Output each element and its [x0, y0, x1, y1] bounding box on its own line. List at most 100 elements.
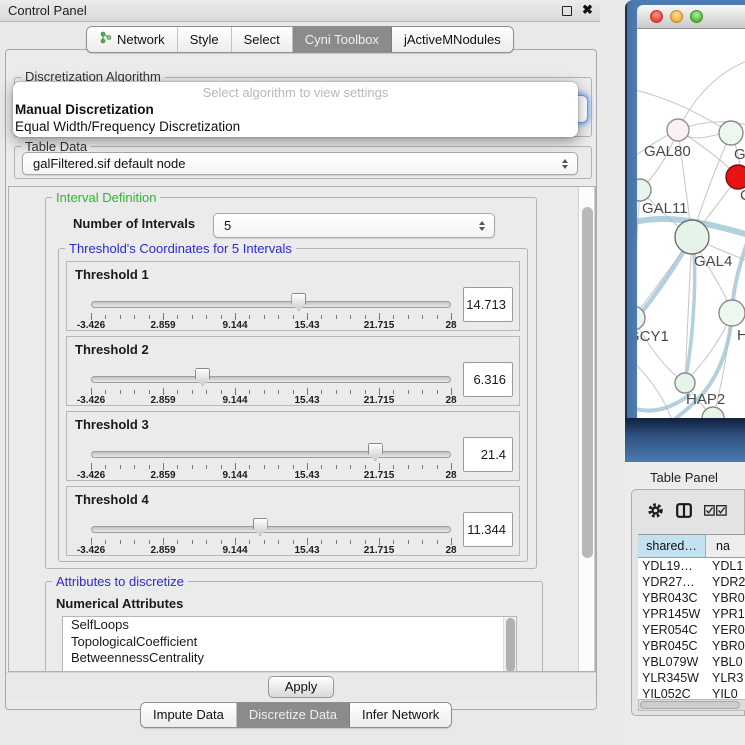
table-row[interactable]: YPR145WYPR1 — [638, 606, 745, 622]
table-cell-shared-name: YBR045C — [638, 638, 706, 654]
settings-scrollbar[interactable] — [578, 187, 595, 671]
network-node-label: GA — [734, 146, 745, 163]
threshold-label: Threshold 3 — [75, 417, 149, 432]
network-node[interactable] — [667, 119, 689, 141]
table-row[interactable]: YBL079WYBL0 — [638, 654, 745, 670]
tab-network[interactable]: Network — [87, 27, 178, 52]
number-of-intervals-label: Number of Intervals — [73, 216, 195, 231]
threshold-slider-track[interactable] — [91, 451, 451, 458]
network-node[interactable] — [675, 373, 695, 393]
network-node[interactable] — [726, 165, 745, 189]
bottom-tab-infer-network[interactable]: Infer Network — [350, 703, 451, 727]
bottom-tab-discretize-data[interactable]: Discretize Data — [237, 703, 350, 727]
threshold-slider-track[interactable] — [91, 376, 451, 383]
table-hscrollbar[interactable] — [638, 699, 745, 711]
slider-tick-label: 21.715 — [364, 395, 395, 406]
threshold-value-field[interactable]: 6.316 — [463, 362, 513, 397]
tab-cyni-toolbox[interactable]: Cyni Toolbox — [293, 27, 392, 52]
attribute-item-betweennesscentrality[interactable]: BetweennessCentrality — [63, 650, 516, 667]
table-cell-shared-name: YER054C — [638, 622, 706, 638]
table-row[interactable]: YIL052CYIL0 — [638, 686, 745, 699]
table-data-combo[interactable]: galFiltered.sif default node — [22, 152, 578, 175]
attributes-scrollbar[interactable] — [503, 617, 516, 671]
slider-tick-label: 15.43 — [294, 320, 319, 331]
table-row[interactable]: YBR045CYBR0 — [638, 638, 745, 654]
column-header-shared-name[interactable]: shared… — [638, 535, 706, 557]
threshold-slider-track[interactable] — [91, 526, 451, 533]
threshold-value-field[interactable]: 11.344 — [463, 512, 513, 547]
popup-item-manual-discretization[interactable]: Manual Discretization — [13, 101, 578, 118]
select-all-checkboxes-icon[interactable] — [704, 505, 727, 519]
number-of-intervals-combo[interactable]: 5 — [213, 213, 495, 238]
attributes-scrollbar-thumb[interactable] — [506, 618, 515, 672]
slider-tick — [177, 390, 178, 394]
slider-tick — [120, 390, 121, 394]
close-icon[interactable]: ✖ — [582, 2, 593, 18]
tab-select-label: Select — [244, 32, 280, 47]
tab-network-label: Network — [117, 32, 165, 47]
close-traffic-light-icon[interactable] — [650, 10, 663, 23]
threshold-value-field[interactable]: 21.4 — [463, 437, 513, 472]
zoom-traffic-light-icon[interactable] — [690, 10, 703, 23]
slider-tick — [249, 390, 250, 394]
table-cell-name: YBL0 — [706, 654, 745, 670]
network-node-label: HAP2 — [686, 391, 725, 408]
bottom-tabs: Impute DataDiscretize DataInfer Network — [140, 702, 452, 728]
table-row[interactable]: YBR043CYBR0 — [638, 590, 745, 606]
gear-icon[interactable] — [647, 502, 664, 522]
network-node[interactable] — [675, 220, 709, 254]
threshold-slider-handle[interactable] — [195, 368, 210, 386]
table-row[interactable]: YDL19…YDL1 — [638, 558, 745, 574]
tab-jactivemnodules[interactable]: jActiveMNodules — [392, 27, 513, 52]
slider-tick — [235, 388, 236, 395]
slider-tick — [91, 538, 92, 545]
table-row[interactable]: YER054CYER0 — [638, 622, 745, 638]
threshold-slider-track[interactable] — [91, 301, 451, 308]
slider-tick — [177, 540, 178, 544]
network-node[interactable] — [719, 300, 745, 326]
control-panel-title: Control Panel — [8, 3, 87, 18]
slider-tick — [365, 390, 366, 394]
bottom-tab-impute-data[interactable]: Impute Data — [141, 703, 237, 727]
slider-tick — [264, 390, 265, 394]
tab-style[interactable]: Style — [178, 27, 232, 52]
threshold-value-field[interactable]: 14.713 — [463, 287, 513, 322]
slider-tick — [192, 465, 193, 469]
table-panel: Table Panel shared… na YDL19…YDL1YDR27…Y… — [625, 462, 745, 745]
network-canvas[interactable]: GAL80GACGAL11GAL4GCY1HHAP2 — [637, 29, 745, 418]
slider-tick — [293, 315, 294, 319]
slider-tick — [379, 313, 380, 320]
columns-icon[interactable] — [676, 503, 692, 521]
float-window-icon[interactable] — [562, 6, 572, 16]
tab-select[interactable]: Select — [232, 27, 293, 52]
slider-tick — [206, 540, 207, 544]
attribute-item-topologicalcoefficient[interactable]: TopologicalCoefficient — [63, 634, 516, 651]
popup-item-equal-width-frequency-discretization[interactable]: Equal Width/Frequency Discretization — [13, 118, 578, 135]
slider-tick — [336, 465, 337, 469]
tab-cyni-toolbox-label: Cyni Toolbox — [305, 32, 379, 47]
threshold-slider-handle[interactable] — [253, 518, 268, 536]
column-header-name[interactable]: na — [706, 535, 745, 557]
slider-tick — [206, 315, 207, 319]
slider-tick — [177, 465, 178, 469]
attribute-item-selfloops[interactable]: SelfLoops — [63, 617, 516, 634]
table-hscrollbar-thumb[interactable] — [640, 701, 740, 709]
slider-tick-label: 9.144 — [222, 545, 247, 556]
slider-tick-label: 28 — [445, 395, 456, 406]
network-node[interactable] — [637, 179, 651, 201]
table-row[interactable]: YDR27…YDR2 — [638, 574, 745, 590]
apply-button[interactable]: Apply — [268, 676, 335, 698]
network-node[interactable] — [719, 121, 743, 145]
slider-tick — [437, 465, 438, 469]
table-toolbar — [632, 490, 744, 534]
network-node-label: C — [740, 187, 745, 204]
settings-scrollbar-thumb[interactable] — [582, 207, 593, 558]
table-row[interactable]: YLR345WYLR3 — [638, 670, 745, 686]
threshold-slider-handle[interactable] — [368, 443, 383, 461]
slider-tick — [163, 313, 164, 320]
network-node-label: H — [737, 327, 745, 344]
slider-tick-label: -3.426 — [77, 395, 105, 406]
table-cell-shared-name: YDR27… — [638, 574, 706, 590]
minimize-traffic-light-icon[interactable] — [670, 10, 683, 23]
threshold-slider-handle[interactable] — [291, 293, 306, 311]
